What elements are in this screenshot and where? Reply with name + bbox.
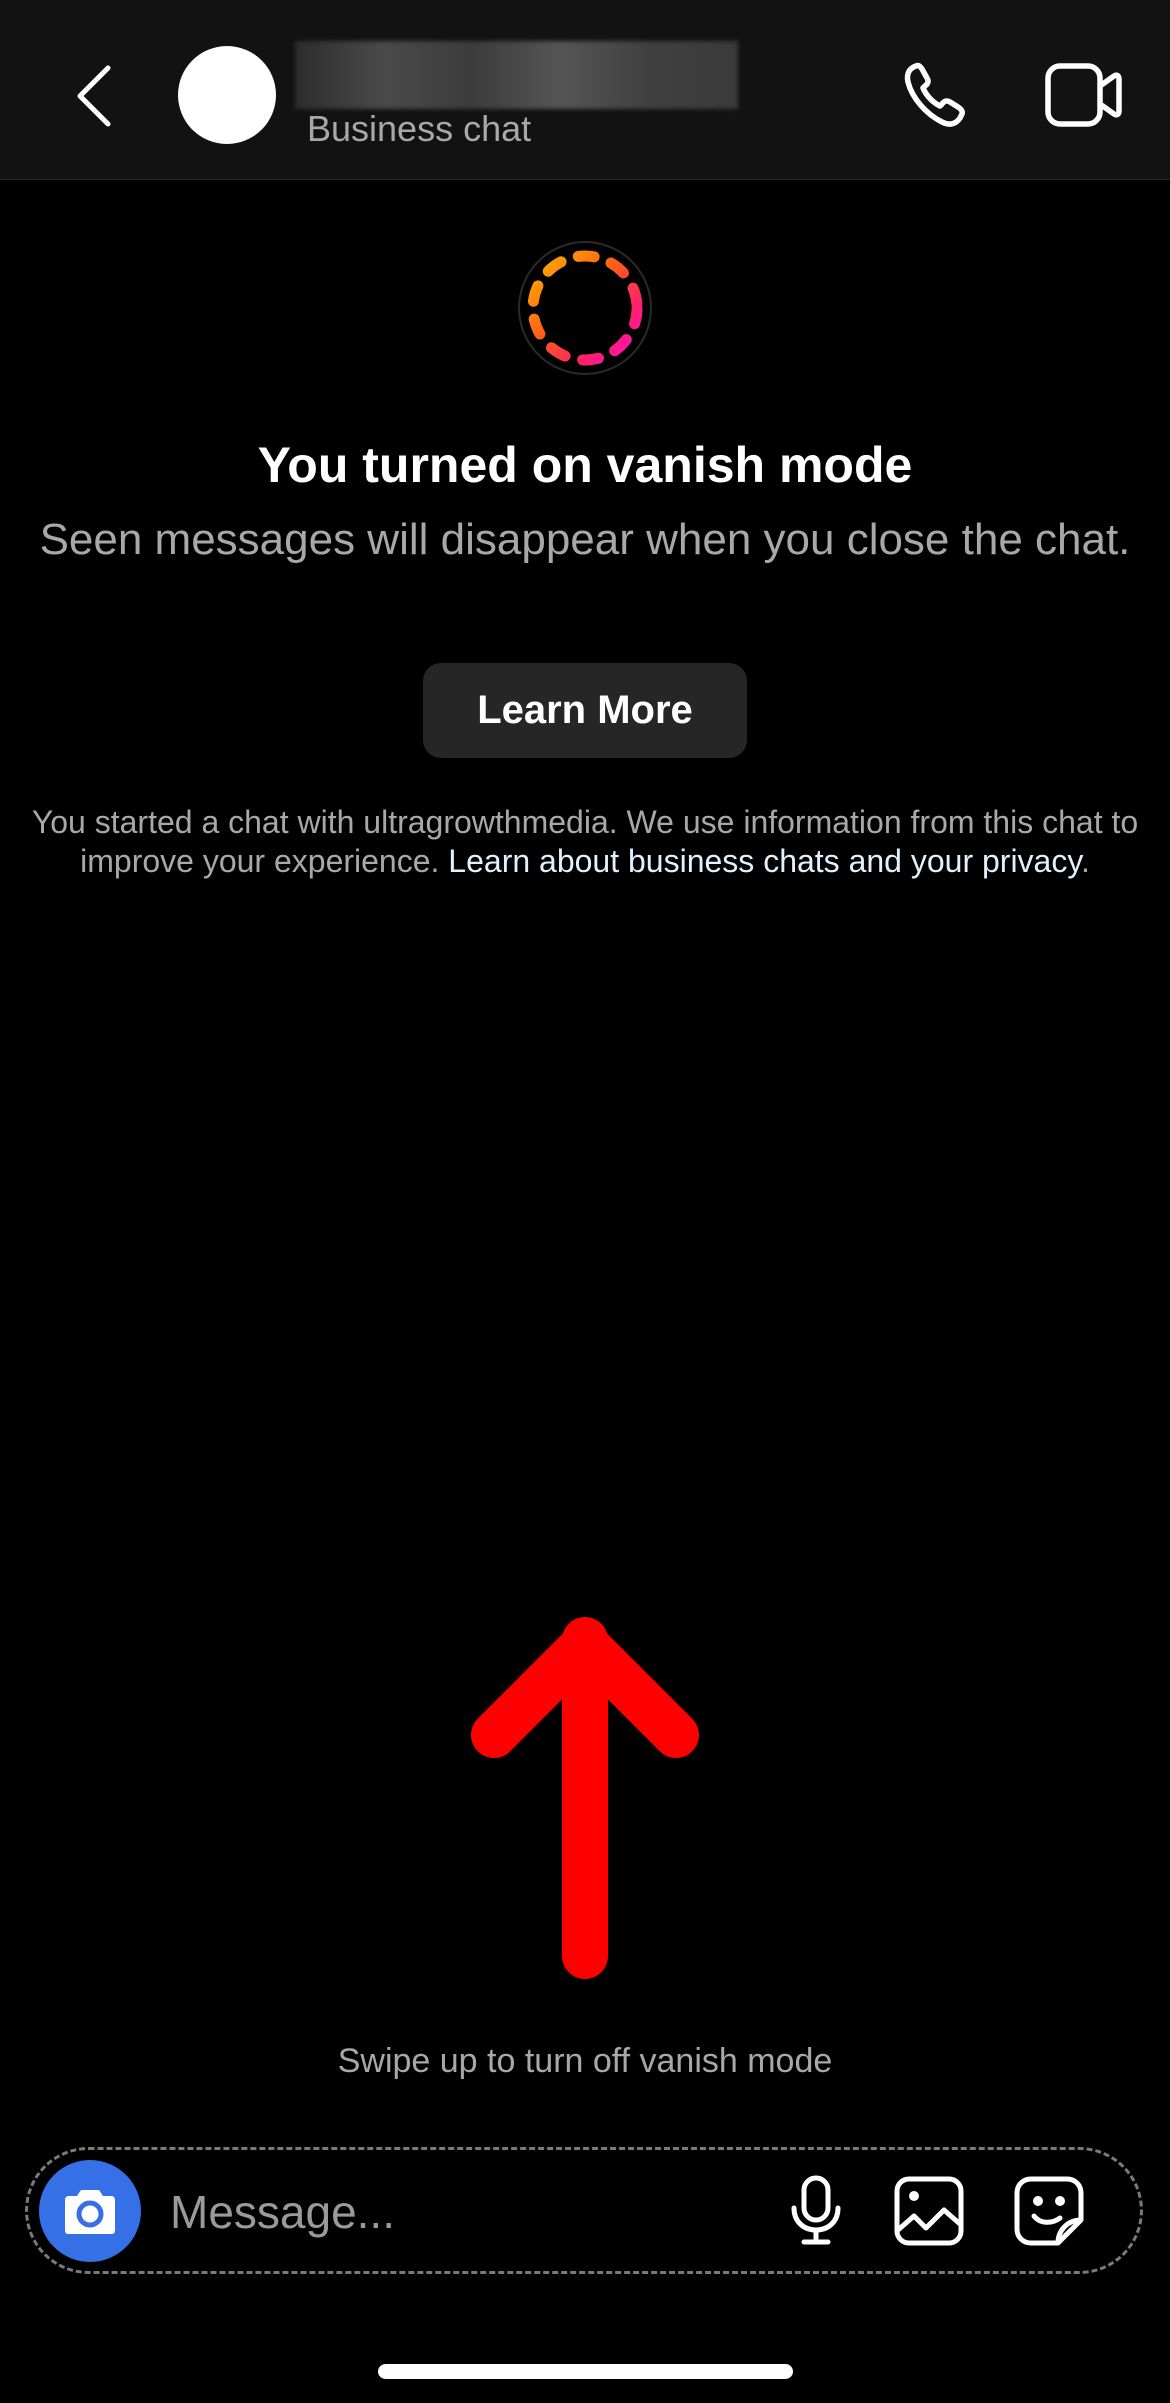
swipe-up-arrow-annotation	[471, 1617, 699, 1979]
voice-call-button[interactable]	[896, 58, 976, 134]
sticker-button[interactable]	[1012, 2174, 1088, 2248]
image-icon	[894, 2176, 964, 2246]
vanish-mode-title: You turned on vanish mode	[257, 437, 913, 493]
sticker-icon	[1014, 2176, 1084, 2246]
microphone-icon	[791, 2175, 841, 2245]
vanish-mode-ring-icon	[518, 241, 652, 375]
swipe-hint: Swipe up to turn off vanish mode	[337, 2042, 833, 2080]
chevron-left-icon	[77, 65, 111, 127]
gallery-button[interactable]	[892, 2174, 968, 2248]
business-chat-disclaimer: You started a chat with ultragrowthmedia…	[14, 803, 1156, 881]
chat-header: Business chat	[0, 0, 1170, 180]
disclaimer-trailing: .	[1080, 843, 1090, 879]
home-indicator[interactable]	[378, 2364, 793, 2379]
voice-message-button[interactable]	[782, 2172, 850, 2248]
video-call-button[interactable]	[1044, 62, 1124, 130]
vanish-mode-description: Seen messages will disappear when you cl…	[39, 515, 1131, 564]
back-button[interactable]	[66, 60, 122, 132]
learn-more-button[interactable]: Learn More	[423, 663, 747, 758]
camera-button[interactable]	[39, 2160, 141, 2262]
contact-name-redacted[interactable]	[295, 41, 738, 109]
phone-icon	[904, 62, 965, 127]
business-privacy-link[interactable]: Learn about business chats and your priv…	[448, 843, 1081, 879]
video-camera-icon	[1045, 63, 1122, 127]
avatar[interactable]	[178, 46, 276, 144]
message-input[interactable]	[168, 2180, 732, 2244]
camera-icon	[65, 2190, 115, 2234]
contact-subtitle: Business chat	[307, 108, 532, 149]
